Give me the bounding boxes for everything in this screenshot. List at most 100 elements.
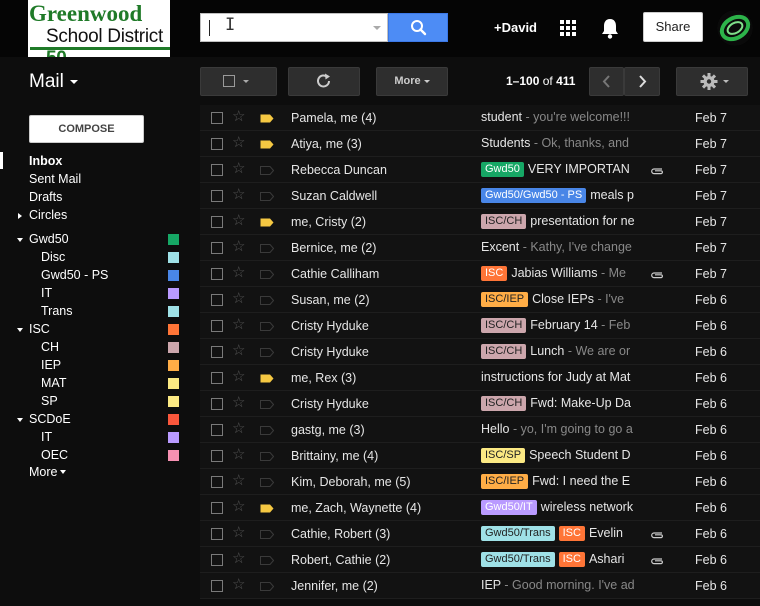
settings-button[interactable] (676, 67, 748, 96)
importance-marker-icon[interactable] (260, 244, 274, 253)
star-icon[interactable]: ☆ (232, 550, 245, 568)
label-color-scdoe[interactable] (168, 414, 179, 425)
table-row[interactable]: ☆ Cristy Hyduke ISC/CH February 14 - Feb Feb… (200, 313, 760, 339)
label-chip[interactable]: ISC/CH (481, 396, 527, 411)
older-page-button[interactable] (624, 67, 660, 96)
importance-marker-icon[interactable] (260, 374, 274, 383)
importance-marker-icon[interactable] (260, 530, 274, 539)
nav-label-it[interactable]: IT (41, 286, 52, 300)
nav-drafts[interactable]: Drafts (29, 190, 62, 204)
table-row[interactable]: ☆ Pamela, me (4) student - you're welcome!… (200, 105, 760, 131)
nav-label-scdoe[interactable]: SCDoE (29, 412, 71, 426)
star-icon[interactable]: ☆ (232, 420, 245, 438)
apps-grid-icon[interactable] (560, 20, 576, 36)
nav-circles[interactable]: Circles (29, 208, 67, 222)
importance-marker-icon[interactable] (260, 192, 274, 201)
row-checkbox[interactable] (211, 476, 223, 488)
nav-label-iep[interactable]: IEP (41, 358, 61, 372)
nav-label-gwd50-ps[interactable]: Gwd50 - PS (41, 268, 108, 282)
nav-label-disc[interactable]: Disc (41, 250, 65, 264)
collapse-gwd50-icon[interactable] (17, 238, 23, 242)
importance-marker-icon[interactable] (260, 478, 274, 487)
table-row[interactable]: ☆ Brittainy, me (4) ISC/SP Speech Student D… (200, 443, 760, 469)
importance-marker-icon[interactable] (260, 218, 274, 227)
select-all-button[interactable] (200, 67, 277, 96)
label-color-disc[interactable] (168, 252, 179, 263)
search-options-dropdown-icon[interactable] (373, 26, 381, 30)
row-checkbox[interactable] (211, 502, 223, 514)
row-checkbox[interactable] (211, 268, 223, 280)
table-row[interactable]: ☆ gastg, me (3) Hello - yo, I'm going to g… (200, 417, 760, 443)
share-button[interactable]: Share (643, 12, 703, 42)
star-icon[interactable]: ☆ (232, 472, 245, 490)
nav-label-trans[interactable]: Trans (41, 304, 73, 318)
star-icon[interactable]: ☆ (232, 446, 245, 464)
label-color-isc[interactable] (168, 324, 179, 335)
row-checkbox[interactable] (211, 216, 223, 228)
collapse-isc-icon[interactable] (17, 328, 23, 332)
row-checkbox[interactable] (211, 424, 223, 436)
star-icon[interactable]: ☆ (232, 264, 245, 282)
star-icon[interactable]: ☆ (232, 212, 245, 230)
label-color-it-scdoe[interactable] (168, 432, 179, 443)
label-chip[interactable]: Gwd50 (481, 162, 524, 177)
nav-label-mat[interactable]: MAT (41, 376, 66, 390)
row-checkbox[interactable] (211, 164, 223, 176)
label-color-gwd50-ps[interactable] (168, 270, 179, 281)
label-chip[interactable]: ISC (558, 552, 585, 567)
importance-marker-icon[interactable] (260, 270, 274, 279)
label-color-oec[interactable] (168, 450, 179, 461)
collapse-scdoe-icon[interactable] (17, 418, 23, 422)
row-checkbox[interactable] (211, 242, 223, 254)
table-row[interactable]: ☆ Cristy Hyduke ISC/CH Lunch - We are or Feb… (200, 339, 760, 365)
newer-page-button[interactable] (589, 67, 624, 96)
nav-label-it-scdoe[interactable]: IT (41, 430, 52, 444)
row-checkbox[interactable] (211, 346, 223, 358)
table-row[interactable]: ☆ Jennifer, me (2) IEP - Good morning. I'v… (200, 573, 760, 599)
row-checkbox[interactable] (211, 138, 223, 150)
importance-marker-icon[interactable] (260, 556, 274, 565)
row-checkbox[interactable] (211, 398, 223, 410)
star-icon[interactable]: ☆ (232, 316, 245, 334)
notifications-bell-icon[interactable] (600, 17, 620, 39)
star-icon[interactable]: ☆ (232, 498, 245, 516)
label-chip[interactable]: ISC/CH (481, 344, 527, 359)
avatar[interactable] (717, 10, 753, 46)
importance-marker-icon[interactable] (260, 322, 274, 331)
table-row[interactable]: ☆ me, Zach, Waynette (4) Gwd50/IT wireless … (200, 495, 760, 521)
star-icon[interactable]: ☆ (232, 186, 245, 204)
table-row[interactable]: ☆ Cathie Calliham ISC Jabias Williams - Me F… (200, 261, 760, 287)
star-icon[interactable]: ☆ (232, 524, 245, 542)
label-chip[interactable]: Gwd50/Trans (481, 552, 555, 567)
importance-marker-icon[interactable] (260, 348, 274, 357)
star-icon[interactable]: ☆ (232, 394, 245, 412)
star-icon[interactable]: ☆ (232, 134, 245, 152)
star-icon[interactable]: ☆ (232, 290, 245, 308)
table-row[interactable]: ☆ Atiya, me (3) Students - Ok, thanks, and… (200, 131, 760, 157)
user-profile-link[interactable]: +David (494, 20, 537, 35)
refresh-button[interactable] (288, 67, 360, 96)
star-icon[interactable]: ☆ (232, 108, 245, 126)
importance-marker-icon[interactable] (260, 166, 274, 175)
table-row[interactable]: ☆ Rebecca Duncan Gwd50 VERY IMPORTAN Feb 7 (200, 157, 760, 183)
search-button[interactable] (388, 13, 448, 42)
nav-inbox[interactable]: Inbox (29, 154, 62, 168)
mail-app-switcher[interactable]: Mail (29, 71, 78, 93)
importance-marker-icon[interactable] (260, 582, 274, 591)
district-logo[interactable]: Greenwood School District 50 (28, 0, 170, 57)
label-color-ch[interactable] (168, 342, 179, 353)
label-color-mat[interactable] (168, 378, 179, 389)
star-icon[interactable]: ☆ (232, 368, 245, 386)
table-row[interactable]: ☆ Cristy Hyduke ISC/CH Fwd: Make-Up Da Feb 6 (200, 391, 760, 417)
expand-circles-icon[interactable] (18, 213, 22, 219)
star-icon[interactable]: ☆ (232, 342, 245, 360)
importance-marker-icon[interactable] (260, 426, 274, 435)
importance-marker-icon[interactable] (260, 140, 274, 149)
label-chip[interactable]: ISC/CH (481, 318, 527, 333)
label-color-it[interactable] (168, 288, 179, 299)
importance-marker-icon[interactable] (260, 400, 274, 409)
row-checkbox[interactable] (211, 554, 223, 566)
label-chip[interactable]: Gwd50/Gwd50 - PS (481, 188, 587, 203)
label-chip[interactable]: ISC/CH (481, 214, 527, 229)
row-checkbox[interactable] (211, 294, 223, 306)
